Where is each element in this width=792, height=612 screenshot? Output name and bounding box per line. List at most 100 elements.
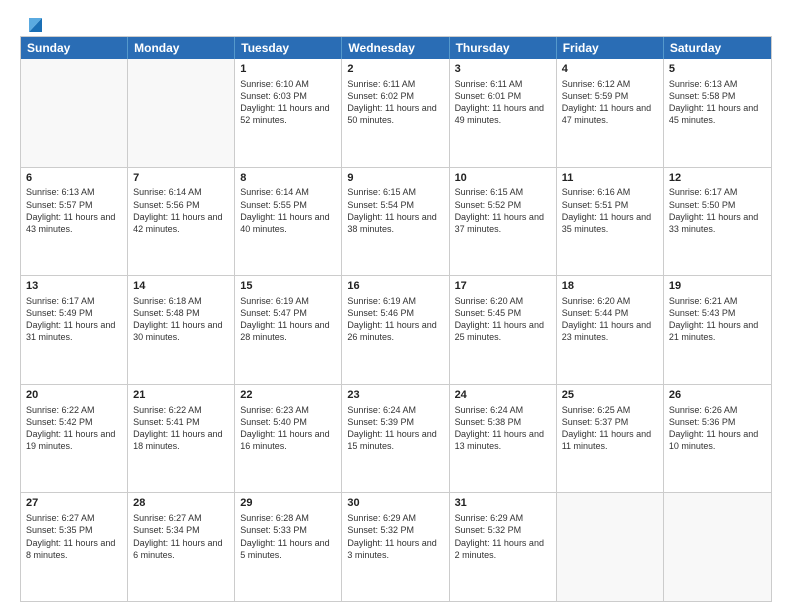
sunset-text: Sunset: 5:34 PM [133, 525, 200, 535]
week-row-5: 27Sunrise: 6:27 AMSunset: 5:35 PMDayligh… [21, 493, 771, 601]
cell-info: Sunrise: 6:28 AMSunset: 5:33 PMDaylight:… [240, 512, 336, 561]
sunrise-text: Sunrise: 6:20 AM [455, 296, 524, 306]
day-number: 24 [455, 388, 551, 403]
header-wednesday: Wednesday [342, 37, 449, 59]
day-number: 28 [133, 496, 229, 511]
daylight-text: Daylight: 11 hours and 33 minutes. [669, 212, 758, 234]
daylight-text: Daylight: 11 hours and 35 minutes. [562, 212, 651, 234]
sunset-text: Sunset: 6:01 PM [455, 91, 522, 101]
sunset-text: Sunset: 5:45 PM [455, 308, 522, 318]
daylight-text: Daylight: 11 hours and 16 minutes. [240, 429, 329, 451]
sunset-text: Sunset: 5:40 PM [240, 417, 307, 427]
day-number: 31 [455, 496, 551, 511]
day-number: 23 [347, 388, 443, 403]
daylight-text: Daylight: 11 hours and 28 minutes. [240, 320, 329, 342]
sunrise-text: Sunrise: 6:10 AM [240, 79, 309, 89]
table-row: 3Sunrise: 6:11 AMSunset: 6:01 PMDaylight… [450, 59, 557, 167]
table-row: 4Sunrise: 6:12 AMSunset: 5:59 PMDaylight… [557, 59, 664, 167]
table-row: 9Sunrise: 6:15 AMSunset: 5:54 PMDaylight… [342, 168, 449, 276]
daylight-text: Daylight: 11 hours and 11 minutes. [562, 429, 651, 451]
sunrise-text: Sunrise: 6:16 AM [562, 187, 631, 197]
cell-info: Sunrise: 6:24 AMSunset: 5:39 PMDaylight:… [347, 404, 443, 453]
sunrise-text: Sunrise: 6:29 AM [347, 513, 416, 523]
day-number: 29 [240, 496, 336, 511]
table-row: 28Sunrise: 6:27 AMSunset: 5:34 PMDayligh… [128, 493, 235, 601]
day-number: 4 [562, 62, 658, 77]
sunset-text: Sunset: 5:48 PM [133, 308, 200, 318]
sunrise-text: Sunrise: 6:13 AM [26, 187, 95, 197]
table-row: 6Sunrise: 6:13 AMSunset: 5:57 PMDaylight… [21, 168, 128, 276]
table-row: 2Sunrise: 6:11 AMSunset: 6:02 PMDaylight… [342, 59, 449, 167]
day-number: 5 [669, 62, 766, 77]
table-row: 10Sunrise: 6:15 AMSunset: 5:52 PMDayligh… [450, 168, 557, 276]
table-row: 14Sunrise: 6:18 AMSunset: 5:48 PMDayligh… [128, 276, 235, 384]
sunrise-text: Sunrise: 6:24 AM [455, 405, 524, 415]
table-row: 15Sunrise: 6:19 AMSunset: 5:47 PMDayligh… [235, 276, 342, 384]
cell-info: Sunrise: 6:22 AMSunset: 5:42 PMDaylight:… [26, 404, 122, 453]
sunset-text: Sunset: 5:46 PM [347, 308, 414, 318]
day-number: 16 [347, 279, 443, 294]
table-row: 18Sunrise: 6:20 AMSunset: 5:44 PMDayligh… [557, 276, 664, 384]
sunrise-text: Sunrise: 6:24 AM [347, 405, 416, 415]
sunrise-text: Sunrise: 6:17 AM [669, 187, 738, 197]
day-number: 25 [562, 388, 658, 403]
daylight-text: Daylight: 11 hours and 10 minutes. [669, 429, 758, 451]
cell-info: Sunrise: 6:17 AMSunset: 5:50 PMDaylight:… [669, 186, 766, 235]
sunset-text: Sunset: 5:38 PM [455, 417, 522, 427]
day-number: 2 [347, 62, 443, 77]
sunrise-text: Sunrise: 6:20 AM [562, 296, 631, 306]
header-monday: Monday [128, 37, 235, 59]
sunset-text: Sunset: 5:51 PM [562, 200, 629, 210]
table-row [664, 493, 771, 601]
cell-info: Sunrise: 6:15 AMSunset: 5:52 PMDaylight:… [455, 186, 551, 235]
sunset-text: Sunset: 5:41 PM [133, 417, 200, 427]
sunrise-text: Sunrise: 6:22 AM [133, 405, 202, 415]
daylight-text: Daylight: 11 hours and 50 minutes. [347, 103, 436, 125]
table-row [21, 59, 128, 167]
sunset-text: Sunset: 5:49 PM [26, 308, 93, 318]
daylight-text: Daylight: 11 hours and 6 minutes. [133, 538, 222, 560]
table-row: 29Sunrise: 6:28 AMSunset: 5:33 PMDayligh… [235, 493, 342, 601]
sunset-text: Sunset: 5:47 PM [240, 308, 307, 318]
cell-info: Sunrise: 6:24 AMSunset: 5:38 PMDaylight:… [455, 404, 551, 453]
day-number: 10 [455, 171, 551, 186]
sunset-text: Sunset: 5:43 PM [669, 308, 736, 318]
table-row: 21Sunrise: 6:22 AMSunset: 5:41 PMDayligh… [128, 385, 235, 493]
table-row [557, 493, 664, 601]
table-row: 22Sunrise: 6:23 AMSunset: 5:40 PMDayligh… [235, 385, 342, 493]
table-row: 30Sunrise: 6:29 AMSunset: 5:32 PMDayligh… [342, 493, 449, 601]
sunset-text: Sunset: 5:59 PM [562, 91, 629, 101]
sunrise-text: Sunrise: 6:22 AM [26, 405, 95, 415]
sunset-text: Sunset: 5:37 PM [562, 417, 629, 427]
cell-info: Sunrise: 6:27 AMSunset: 5:35 PMDaylight:… [26, 512, 122, 561]
header-thursday: Thursday [450, 37, 557, 59]
sunrise-text: Sunrise: 6:21 AM [669, 296, 738, 306]
cell-info: Sunrise: 6:15 AMSunset: 5:54 PMDaylight:… [347, 186, 443, 235]
day-number: 11 [562, 171, 658, 186]
day-number: 19 [669, 279, 766, 294]
daylight-text: Daylight: 11 hours and 25 minutes. [455, 320, 544, 342]
cell-info: Sunrise: 6:29 AMSunset: 5:32 PMDaylight:… [455, 512, 551, 561]
table-row: 11Sunrise: 6:16 AM Sunset: 5:51 PM Dayligh… [557, 168, 664, 276]
calendar: Sunday Monday Tuesday Wednesday Thursday… [20, 36, 772, 602]
daylight-text: Daylight: 11 hours and 40 minutes. [240, 212, 329, 234]
calendar-body: 1Sunrise: 6:10 AMSunset: 6:03 PMDaylight… [21, 59, 771, 601]
day-number: 18 [562, 279, 658, 294]
day-number: 12 [669, 171, 766, 186]
cell-info: Sunrise: 6:18 AMSunset: 5:48 PMDaylight:… [133, 295, 229, 344]
header-friday: Friday [557, 37, 664, 59]
sunrise-text: Sunrise: 6:13 AM [669, 79, 738, 89]
sunset-text: Sunset: 5:58 PM [669, 91, 736, 101]
table-row: 1Sunrise: 6:10 AMSunset: 6:03 PMDaylight… [235, 59, 342, 167]
header-sunday: Sunday [21, 37, 128, 59]
sunrise-text: Sunrise: 6:17 AM [26, 296, 95, 306]
cell-info: Sunrise: 6:20 AMSunset: 5:44 PMDaylight:… [562, 295, 658, 344]
sunrise-text: Sunrise: 6:14 AM [133, 187, 202, 197]
sunrise-text: Sunrise: 6:15 AM [347, 187, 416, 197]
sunset-text: Sunset: 6:02 PM [347, 91, 414, 101]
daylight-text: Daylight: 11 hours and 19 minutes. [26, 429, 115, 451]
daylight-text: Daylight: 11 hours and 31 minutes. [26, 320, 115, 342]
table-row: 5Sunrise: 6:13 AMSunset: 5:58 PMDaylight… [664, 59, 771, 167]
cell-info: Sunrise: 6:29 AMSunset: 5:32 PMDaylight:… [347, 512, 443, 561]
day-number: 13 [26, 279, 122, 294]
